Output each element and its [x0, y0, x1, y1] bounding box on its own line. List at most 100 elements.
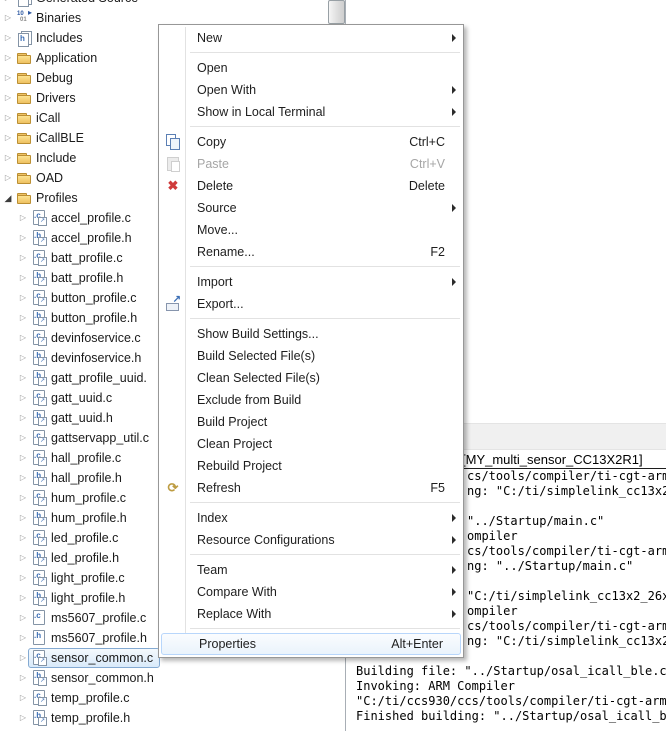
menu-item-rename[interactable]: Rename... F2: [159, 241, 463, 263]
tree-item-body[interactable]: OAD: [13, 168, 70, 188]
expand-arrow-icon[interactable]: ▷: [18, 648, 28, 668]
tree-item-body[interactable]: .h ↗ temp_profile.h: [28, 708, 137, 728]
tree-item-temp-profile-h[interactable]: ▷ .h ↗ temp_profile.h: [0, 708, 345, 728]
expand-arrow-icon[interactable]: ▷: [3, 28, 13, 48]
expand-arrow-icon[interactable]: ▷: [18, 628, 28, 648]
menu-item-clean-selected-file-s[interactable]: Clean Selected File(s): [159, 367, 463, 389]
tree-item-body[interactable]: .c ↗ button_profile.c: [28, 288, 143, 308]
menu-item-replace-with[interactable]: Replace With: [159, 603, 463, 625]
tree-item-body[interactable]: .c ↗ gatt_uuid.c: [28, 388, 119, 408]
tree-item-body[interactable]: .h ms5607_profile.h: [28, 628, 154, 648]
expand-arrow-icon[interactable]: ▷: [18, 348, 28, 368]
expand-arrow-icon[interactable]: ▷: [3, 88, 13, 108]
expand-arrow-icon[interactable]: ▷: [18, 568, 28, 588]
menu-item-build-selected-file-s[interactable]: Build Selected File(s): [159, 345, 463, 367]
expand-arrow-icon[interactable]: ▷: [3, 8, 13, 28]
tree-item-body[interactable]: .c ↗ hall_profile.c: [28, 448, 128, 468]
expand-arrow-icon[interactable]: ▷: [18, 248, 28, 268]
menu-item-exclude-from-build[interactable]: Exclude from Build: [159, 389, 463, 411]
expand-arrow-icon[interactable]: ▷: [3, 48, 13, 68]
tree-item-body[interactable]: .h ↗ light_profile.h: [28, 588, 132, 608]
tree-item-body[interactable]: Debug: [13, 68, 80, 88]
menu-item-index[interactable]: Index: [159, 507, 463, 529]
tree-item-body[interactable]: h Includes: [13, 28, 90, 48]
expand-arrow-icon[interactable]: ▷: [18, 548, 28, 568]
menu-item-resource-configurations[interactable]: Resource Configurations: [159, 529, 463, 551]
expand-arrow-icon[interactable]: ▷: [18, 368, 28, 388]
tree-item-body[interactable]: .h ↗ accel_profile.h: [28, 228, 139, 248]
tree-item-body[interactable]: .c ms5607_profile.c: [28, 608, 153, 628]
tree-item-sensor-common-h[interactable]: ▷ .h ↗ sensor_common.h: [0, 668, 345, 688]
expand-arrow-icon[interactable]: ▷: [18, 388, 28, 408]
expand-arrow-icon[interactable]: ▷: [18, 228, 28, 248]
tree-item-body[interactable]: .c ↗ devinfoservice.c: [28, 328, 148, 348]
menu-item-show-in-local-terminal[interactable]: Show in Local Terminal: [159, 101, 463, 123]
menu-item-clean-project[interactable]: Clean Project: [159, 433, 463, 455]
tree-item-body[interactable]: 10 01 ▸ Binaries: [13, 8, 88, 28]
expand-arrow-icon[interactable]: ▷: [18, 448, 28, 468]
menu-item-copy[interactable]: Copy Ctrl+C: [159, 131, 463, 153]
tree-item-body[interactable]: .h ↗ hum_profile.h: [28, 508, 134, 528]
tree-item-body[interactable]: .h ↗ gatt_uuid.h: [28, 408, 120, 428]
expand-arrow-icon[interactable]: ▷: [18, 288, 28, 308]
tree-item-body[interactable]: Generated Source: [13, 0, 145, 8]
tree-item-body[interactable]: .c ↗ hum_profile.c: [28, 488, 133, 508]
expand-arrow-icon[interactable]: ▷: [18, 508, 28, 528]
menu-item-new[interactable]: New: [159, 27, 463, 49]
expand-arrow-icon[interactable]: ▷: [18, 708, 28, 728]
menu-item-open[interactable]: Open: [159, 57, 463, 79]
tree-item-body[interactable]: .h ↗ batt_profile.h: [28, 268, 130, 288]
tree-item-body[interactable]: .c ↗ gattservapp_util.c: [28, 428, 156, 448]
menu-item-compare-with[interactable]: Compare With: [159, 581, 463, 603]
tree-item-body[interactable]: .h ↗ button_profile.h: [28, 308, 144, 328]
menu-item-export[interactable]: ↗ Export...: [159, 293, 463, 315]
tree-item-body[interactable]: Include: [13, 148, 83, 168]
menu-item-source[interactable]: Source: [159, 197, 463, 219]
menu-item-show-build-settings[interactable]: Show Build Settings...: [159, 323, 463, 345]
tree-item-body[interactable]: .h ↗ devinfoservice.h: [28, 348, 148, 368]
tree-item-body[interactable]: .c ↗ temp_profile.c: [28, 688, 137, 708]
expand-arrow-icon[interactable]: ▷: [3, 108, 13, 128]
menu-item-rebuild-project[interactable]: Rebuild Project: [159, 455, 463, 477]
tree-vertical-scrollbar-thumb[interactable]: [328, 0, 345, 24]
expand-arrow-icon[interactable]: ▷: [3, 128, 13, 148]
expand-arrow-icon[interactable]: ▷: [3, 68, 13, 88]
tree-item-body[interactable]: iCall: [13, 108, 67, 128]
tree-item-temp-profile-c[interactable]: ▷ .c ↗ temp_profile.c: [0, 688, 345, 708]
expand-arrow-icon[interactable]: ▷: [18, 668, 28, 688]
tree-item-body[interactable]: .c ↗ batt_profile.c: [28, 248, 130, 268]
tree-item-body[interactable]: .c ↗ accel_profile.c: [28, 208, 138, 228]
expand-arrow-icon[interactable]: ▷: [18, 308, 28, 328]
tree-item-body[interactable]: Drivers: [13, 88, 83, 108]
tree-item-body[interactable]: .c ↗ led_profile.c: [28, 528, 125, 548]
menu-item-open-with[interactable]: Open With: [159, 79, 463, 101]
expand-arrow-icon[interactable]: ▷: [18, 268, 28, 288]
tree-item-body[interactable]: Profiles: [13, 188, 85, 208]
expand-arrow-icon[interactable]: ▷: [18, 588, 28, 608]
tree-item-body[interactable]: Application: [13, 48, 104, 68]
menu-item-team[interactable]: Team: [159, 559, 463, 581]
menu-item-refresh[interactable]: ⟳ Refresh F5: [159, 477, 463, 499]
expand-arrow-icon[interactable]: ▷: [3, 168, 13, 188]
tree-item-body[interactable]: .c ↗ light_profile.c: [28, 568, 132, 588]
selected-tree-item[interactable]: .c ↗ sensor_common.c: [28, 648, 161, 668]
menu-item-delete[interactable]: ✖ Delete Delete: [159, 175, 463, 197]
expand-arrow-icon[interactable]: ▷: [18, 688, 28, 708]
tree-item-body[interactable]: .h ↗ led_profile.h: [28, 548, 126, 568]
tree-item-body[interactable]: .h ↗ sensor_common.h: [28, 668, 161, 688]
menu-item-import[interactable]: Import: [159, 271, 463, 293]
collapse-arrow-icon[interactable]: ◢: [3, 188, 13, 208]
expand-arrow-icon[interactable]: ▷: [18, 608, 28, 628]
tree-item-body[interactable]: iCallBLE: [13, 128, 91, 148]
expand-arrow-icon[interactable]: ▷: [18, 428, 28, 448]
expand-arrow-icon[interactable]: ▷: [18, 528, 28, 548]
menu-item-build-project[interactable]: Build Project: [159, 411, 463, 433]
menu-item-properties[interactable]: Properties Alt+Enter: [161, 633, 461, 655]
expand-arrow-icon[interactable]: ▷: [18, 468, 28, 488]
expand-arrow-icon[interactable]: ▷: [18, 488, 28, 508]
tree-item-body[interactable]: .h ↗ hall_profile.h: [28, 468, 129, 488]
expand-arrow-icon[interactable]: ▷: [18, 328, 28, 348]
tree-item-body[interactable]: .h ↗ gatt_profile_uuid.: [28, 368, 154, 388]
expand-arrow-icon[interactable]: ▷: [3, 148, 13, 168]
expand-arrow-icon[interactable]: ▷: [18, 408, 28, 428]
